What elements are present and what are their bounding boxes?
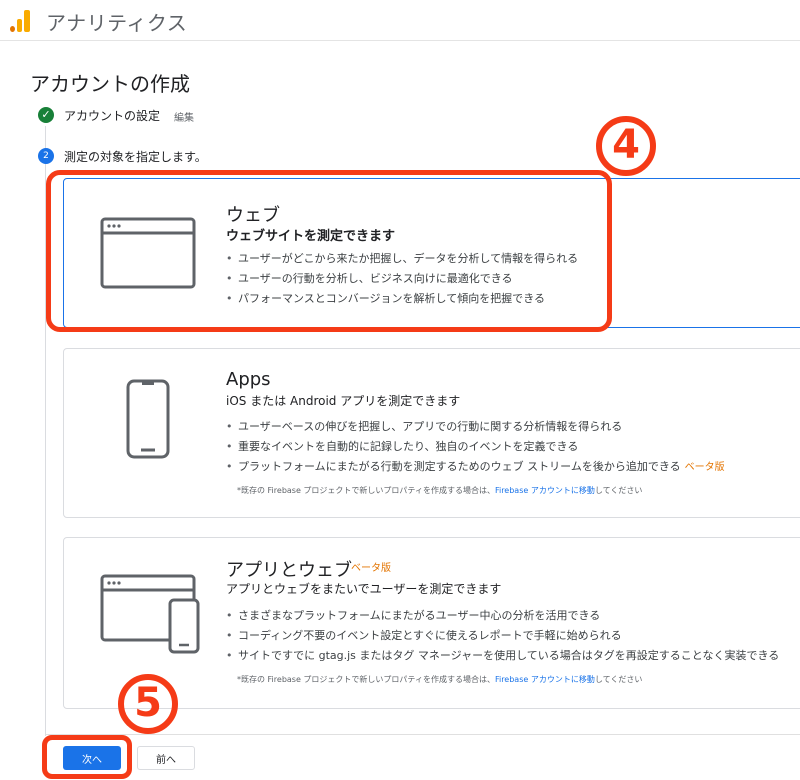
beta-badge: ベータ版 xyxy=(351,563,391,574)
feature-list: さまざまなプラットフォームにまたがるユーザー中心の分析を活用できる コーディング… xyxy=(226,606,779,666)
firebase-note: *既存の Firebase プロジェクトで新しいプロパティを作成する場合は、Fi… xyxy=(237,485,642,496)
next-button-highlight xyxy=(42,735,132,779)
note-text: *既存の Firebase プロジェクトで新しいプロパティを作成する場合は、 xyxy=(237,486,495,495)
note-suffix: してください xyxy=(594,675,643,684)
firebase-note: *既存の Firebase プロジェクトで新しいプロパティを作成する場合は、Fi… xyxy=(237,674,642,685)
annotation-marker-4: 4 xyxy=(596,116,656,176)
annotation-marker-5: 5 xyxy=(118,674,178,734)
previous-button[interactable]: 前へ xyxy=(137,746,195,770)
beta-badge: ベータ版 xyxy=(684,462,725,473)
check-icon: ✓ xyxy=(38,107,54,123)
note-suffix: してください xyxy=(594,486,643,495)
top-bar: アナリティクス xyxy=(0,0,800,41)
app-title: アナリティクス xyxy=(46,11,188,35)
note-text: *既存の Firebase プロジェクトで新しいプロパティを作成する場合は、 xyxy=(237,675,495,684)
list-item: サイトですでに gtag.js またはタグ マネージャーを使用している場合はタグ… xyxy=(226,646,779,666)
list-item-text: プラットフォームにまたがる行動を測定するためのウェブ ストリームを後から追加でき… xyxy=(238,460,681,473)
list-item: コーディング不要のイベント設定とすぐに使えるレポートで手軽に始められる xyxy=(226,626,779,646)
option-card-apps[interactable]: Apps iOS または Android アプリを測定できます ユーザーベースの… xyxy=(63,348,800,518)
footer-divider xyxy=(45,734,800,735)
web-card-highlight xyxy=(46,170,612,332)
step-2-label: 測定の対象を指定します。 xyxy=(64,150,207,164)
card-subtitle: アプリとウェブをまたいでユーザーを測定できます xyxy=(226,582,502,596)
list-item: さまざまなプラットフォームにまたがるユーザー中心の分析を活用できる xyxy=(226,606,779,626)
step-1-label: アカウントの設定 xyxy=(64,109,161,123)
card-title: Apps xyxy=(226,369,271,390)
card-subtitle: iOS または Android アプリを測定できます xyxy=(226,394,461,408)
edit-link[interactable]: 編集 xyxy=(174,109,194,124)
firebase-link[interactable]: Firebase アカウントに移動 xyxy=(495,486,595,495)
list-item: 重要なイベントを自動的に記録したり、独自のイベントを定義できる xyxy=(226,437,725,457)
feature-list: ユーザーベースの伸びを把握し、アプリでの行動に関する分析情報を得られる 重要なイ… xyxy=(226,417,725,478)
smartphone-icon xyxy=(126,379,170,459)
option-card-app-and-web[interactable]: アプリとウェブ ベータ版 アプリとウェブをまたいでユーザーを測定できます さまざ… xyxy=(63,537,800,709)
page-title: アカウントの作成 xyxy=(30,72,190,96)
card-title: アプリとウェブ xyxy=(226,560,352,581)
analytics-logo-icon[interactable] xyxy=(10,8,32,32)
list-item: ユーザーベースの伸びを把握し、アプリでの行動に関する分析情報を得られる xyxy=(226,417,725,437)
browser-and-phone-icon xyxy=(100,574,200,654)
firebase-link[interactable]: Firebase アカウントに移動 xyxy=(495,675,595,684)
list-item: プラットフォームにまたがる行動を測定するためのウェブ ストリームを後から追加でき… xyxy=(226,457,725,478)
step-2-number: 2 xyxy=(38,148,54,164)
